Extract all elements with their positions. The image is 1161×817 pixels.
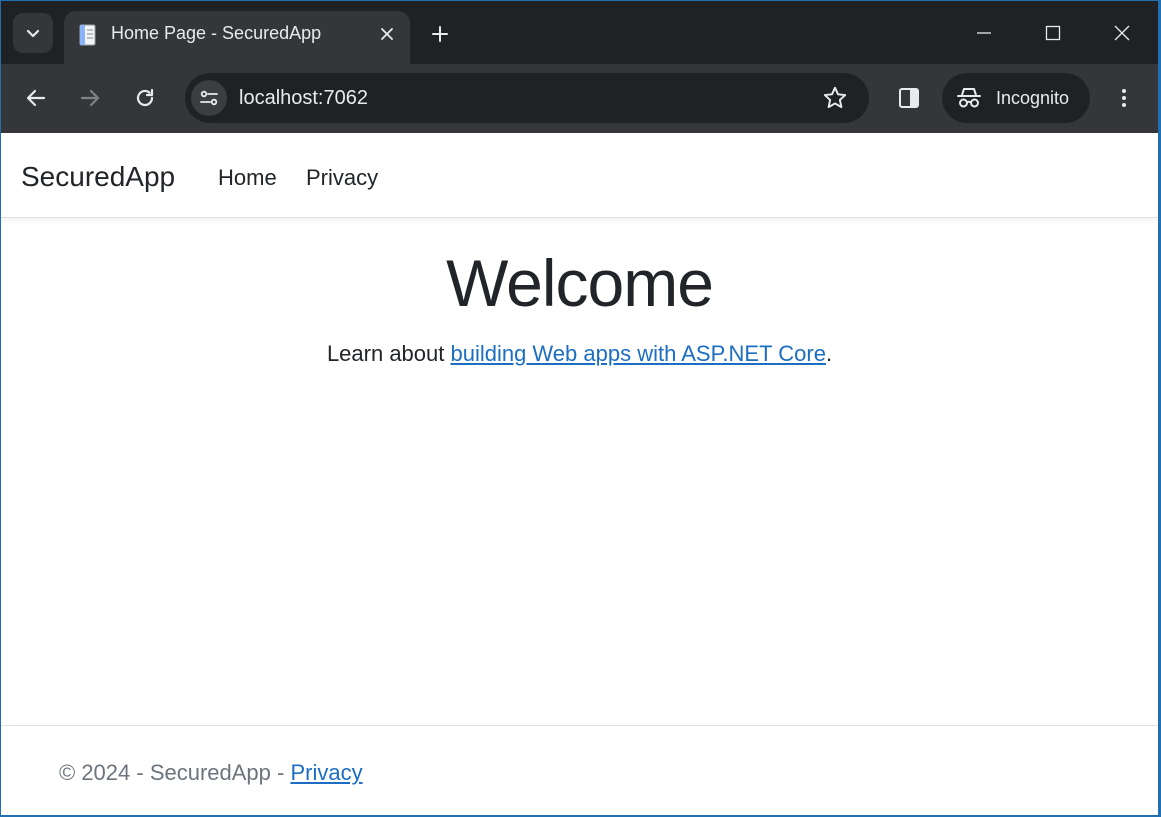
intro-prefix: Learn about bbox=[326, 341, 451, 366]
brand-link[interactable]: SecuredApp bbox=[21, 161, 175, 193]
tab-close-button[interactable] bbox=[376, 23, 398, 45]
intro-suffix: . bbox=[825, 341, 833, 366]
footer-text: © 2024 - SecuredApp - Privacy bbox=[59, 760, 363, 786]
tab-search-button[interactable] bbox=[13, 13, 53, 53]
plus-icon bbox=[432, 26, 448, 42]
tab-home-page[interactable]: Home Page - SecuredApp bbox=[64, 11, 410, 64]
intro-paragraph: Learn about building Web apps with ASP.N… bbox=[1, 341, 1158, 367]
incognito-profile-button[interactable]: Incognito bbox=[942, 73, 1090, 123]
nav-link-privacy[interactable]: Privacy bbox=[306, 165, 378, 191]
forward-button[interactable] bbox=[72, 80, 108, 116]
document-icon bbox=[79, 24, 96, 46]
site-footer: © 2024 - SecuredApp - Privacy bbox=[1, 725, 1158, 815]
bookmark-button[interactable] bbox=[817, 80, 853, 116]
url-text[interactable]: localhost:7062 bbox=[239, 87, 368, 110]
site-navbar: SecuredApp Home Privacy bbox=[1, 133, 1158, 218]
incognito-icon bbox=[957, 88, 981, 108]
close-icon bbox=[381, 28, 393, 40]
page-heading: Welcome bbox=[446, 246, 714, 320]
browser-window: Home Page - SecuredApp localhost:7062 In… bbox=[1, 1, 1158, 815]
side-panel-icon bbox=[899, 88, 919, 108]
tune-icon bbox=[200, 90, 218, 106]
reload-button[interactable] bbox=[127, 80, 163, 116]
chevron-down-icon bbox=[26, 29, 40, 38]
footer-privacy-link[interactable]: Privacy bbox=[290, 760, 362, 785]
minimize-button[interactable] bbox=[966, 15, 1002, 51]
star-icon bbox=[823, 86, 847, 109]
back-button[interactable] bbox=[18, 80, 54, 116]
arrow-right-icon bbox=[80, 89, 100, 107]
tab-title: Home Page - SecuredApp bbox=[111, 23, 322, 43]
close-window-button[interactable] bbox=[1104, 15, 1140, 51]
reload-icon bbox=[136, 88, 154, 107]
arrow-left-icon bbox=[26, 89, 46, 107]
new-tab-button[interactable] bbox=[427, 21, 453, 47]
tab-strip: Home Page - SecuredApp bbox=[1, 1, 1158, 64]
more-vertical-icon bbox=[1122, 89, 1126, 107]
incognito-label: Incognito bbox=[996, 88, 1070, 108]
close-icon bbox=[1114, 25, 1130, 41]
maximize-button[interactable] bbox=[1035, 15, 1071, 51]
aspnet-docs-link[interactable]: building Web apps with ASP.NET Core bbox=[450, 341, 825, 366]
menu-button[interactable] bbox=[1106, 80, 1142, 116]
side-panel-button[interactable] bbox=[891, 80, 927, 116]
maximize-icon bbox=[1045, 25, 1061, 41]
copyright-text: © 2024 - SecuredApp - bbox=[59, 760, 291, 785]
site-info-button[interactable] bbox=[191, 80, 227, 116]
browser-toolbar: localhost:7062 Incognito bbox=[1, 64, 1158, 133]
address-bar[interactable]: localhost:7062 bbox=[185, 73, 869, 123]
minimize-icon bbox=[977, 32, 991, 34]
nav-link-home[interactable]: Home bbox=[218, 165, 277, 191]
web-page: SecuredApp Home Privacy Welcome Learn ab… bbox=[1, 133, 1158, 815]
